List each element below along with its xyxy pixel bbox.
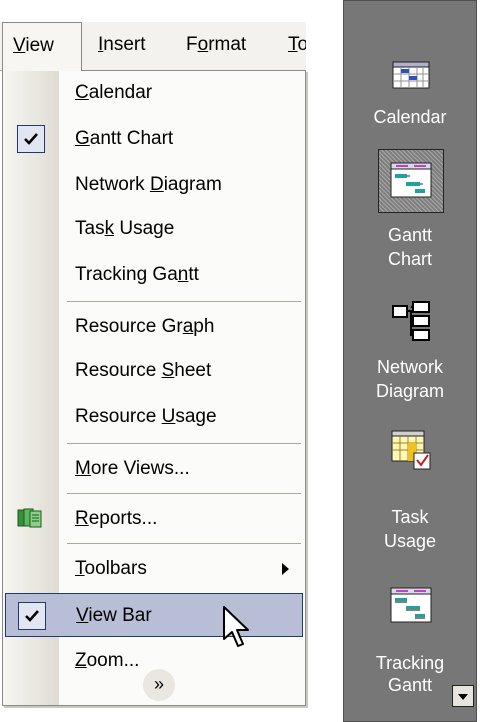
menu-item-tracking-gantt[interactable]: Tracking Gantt: [3, 253, 305, 297]
menubar-view-post: iew: [25, 35, 54, 56]
menu-item-label: Resource Graph: [75, 316, 215, 337]
task-usage-icon: [391, 430, 431, 470]
menu-separator: [67, 301, 301, 302]
menu-item-label: Reports...: [75, 508, 158, 529]
view-bar: Calendar Gantt Chart Network Diagram Tas…: [343, 0, 477, 722]
mouse-pointer-icon: [223, 606, 249, 647]
checkmark-icon: [17, 125, 45, 153]
menubar-insert-post: nsert: [103, 34, 146, 55]
menubar-tools[interactable]: To: [282, 22, 306, 68]
viewbar-label: Network: [376, 357, 443, 377]
checkmark-icon: [18, 602, 46, 630]
menu-item-resource-usage[interactable]: Resource Usage: [3, 395, 305, 439]
viewbar-label: Task: [391, 507, 429, 527]
menu-item-reports[interactable]: Reports...: [3, 497, 305, 541]
menubar-view-key: V: [13, 35, 26, 56]
menu-item-label: Gantt Chart: [75, 128, 174, 149]
menu-item-label: View Bar: [76, 605, 152, 626]
reports-icon: [17, 507, 45, 535]
menu-separator: [67, 443, 301, 444]
viewbar-item-calendar[interactable]: Calendar: [344, 41, 476, 131]
menu-item-more-views[interactable]: More Views...: [3, 447, 305, 491]
viewbar-item-network-diagram[interactable]: Network Diagram: [344, 289, 476, 401]
menu-separator: [67, 543, 301, 544]
gantt-chart-icon: [390, 162, 432, 198]
menubar-insert[interactable]: Insert: [88, 22, 156, 68]
view-menu-dropdown: Calendar Gantt Chart Network Diagram Tas…: [2, 70, 306, 706]
scroll-down-button[interactable]: [452, 685, 474, 707]
network-diagram-icon: [392, 301, 430, 341]
viewbar-label: Diagram: [375, 381, 445, 401]
menubar-view[interactable]: View: [2, 22, 82, 71]
menubar-tools-post: o: [297, 34, 307, 55]
menu-item-task-usage[interactable]: Task Usage: [3, 207, 305, 251]
menu-bar: View Insert Format To: [0, 22, 306, 71]
menu-item-label: Resource Sheet: [75, 360, 212, 381]
menubar-format-pre: F: [186, 34, 198, 55]
viewbar-label: Gantt: [387, 225, 433, 245]
menu-item-network-diagram[interactable]: Network Diagram: [3, 163, 305, 207]
menu-item-label: Task Usage: [75, 218, 175, 239]
menu-item-resource-sheet[interactable]: Resource Sheet: [3, 349, 305, 393]
menu-item-resource-graph[interactable]: Resource Graph: [3, 305, 305, 349]
menubar-format-key: o: [197, 34, 209, 55]
menu-item-gantt-chart[interactable]: Gantt Chart: [3, 117, 305, 161]
menubar-format-post: rmat: [208, 34, 247, 55]
menu-item-toolbars[interactable]: Toolbars: [3, 547, 305, 591]
menu-item-view-bar[interactable]: View Bar: [5, 593, 303, 637]
menu-item-label: Toolbars: [75, 558, 147, 579]
viewbar-item-gantt-chart[interactable]: Gantt Chart: [344, 149, 476, 271]
viewbar-label: Usage: [383, 531, 437, 551]
menu-item-label: Calendar: [75, 82, 153, 103]
submenu-arrow-icon: [282, 563, 289, 575]
viewbar-label: Chart: [387, 249, 432, 269]
viewbar-label: Tracking: [375, 653, 445, 673]
menu-separator: [67, 493, 301, 494]
menu-item-label: Zoom...: [75, 650, 140, 671]
viewbar-item-task-usage[interactable]: Task Usage: [344, 415, 476, 555]
menu-item-label: Network Diagram: [75, 174, 222, 195]
expand-menu-chevron-icon[interactable]: »: [143, 669, 175, 701]
menu-item-calendar[interactable]: Calendar: [3, 71, 305, 115]
calendar-icon: [392, 61, 430, 89]
viewbar-label: Calendar: [373, 107, 447, 127]
menu-item-label: Tracking Gantt: [75, 264, 199, 285]
tracking-gantt-icon: [390, 587, 432, 623]
menu-item-label: Resource Usage: [75, 406, 217, 427]
menu-item-label: More Views...: [75, 458, 190, 479]
menubar-tools-key: T: [288, 34, 298, 55]
menubar-format[interactable]: Format: [176, 22, 256, 68]
